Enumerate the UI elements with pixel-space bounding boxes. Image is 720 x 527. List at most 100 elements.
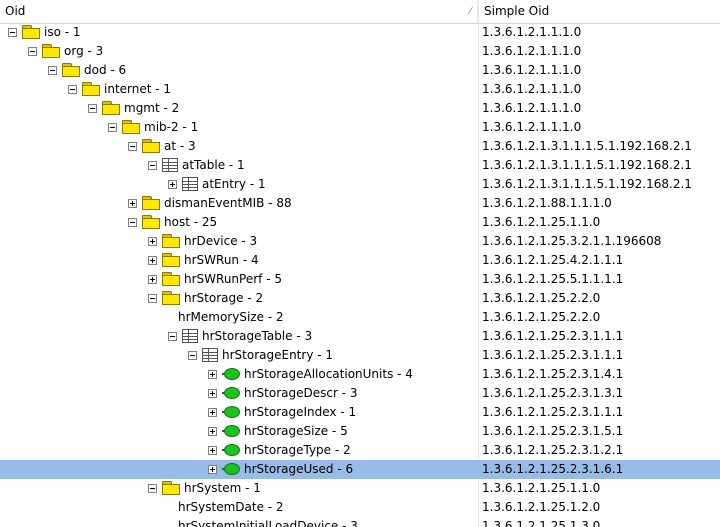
simple-oid-cell: 1.3.6.1.2.1.1.1.0 [482, 25, 582, 39]
oid-cell: mib-2 - 1 [0, 118, 478, 137]
expand-icon[interactable] [208, 427, 217, 436]
oid-cell: hrStorageIndex - 1 [0, 403, 478, 422]
simple-oid-cell: 1.3.6.1.2.1.25.1.2.0 [482, 500, 601, 514]
tree-row[interactable]: atEntry - 1 1.3.6.1.2.1.3.1.1.1.5.1.192.1… [0, 175, 720, 194]
collapse-icon[interactable] [188, 351, 197, 360]
collapse-icon[interactable] [88, 104, 97, 113]
collapse-icon[interactable] [148, 484, 157, 493]
collapse-icon[interactable] [128, 218, 137, 227]
leaf-icon [222, 443, 242, 457]
folder-icon [162, 253, 180, 267]
tree-row[interactable]: hrSystem - 1 1.3.6.1.2.1.25.1.1.0 [0, 479, 720, 498]
node-label: internet - 1 [104, 82, 172, 96]
collapse-icon[interactable] [28, 47, 37, 56]
simple-oid-cell: 1.3.6.1.2.1.25.3.2.1.1.196608 [482, 234, 662, 248]
leaf-icon [222, 424, 242, 438]
tree-row[interactable]: host - 25 1.3.6.1.2.1.25.1.1.0 [0, 213, 720, 232]
simple-oid-cell: 1.3.6.1.2.1.25.2.3.1.5.1 [482, 424, 624, 438]
oid-cell: hrDevice - 3 [0, 232, 478, 251]
tree-row[interactable]: hrSWRun - 4 1.3.6.1.2.1.25.4.2.1.1.1 [0, 251, 720, 270]
tree-row[interactable]: hrStorageType - 2 1.3.6.1.2.1.25.2.3.1.2.… [0, 441, 720, 460]
simple-oid-cell: 1.3.6.1.2.1.88.1.1.1.0 [482, 196, 612, 210]
tree-row[interactable]: at - 3 1.3.6.1.2.1.3.1.1.1.5.1.192.168.2.… [0, 137, 720, 156]
folder-icon [142, 196, 160, 210]
collapse-icon[interactable] [48, 66, 57, 75]
node-label: mib-2 - 1 [144, 120, 199, 134]
collapse-icon[interactable] [128, 142, 137, 151]
tree-row[interactable]: atTable - 1 1.3.6.1.2.1.3.1.1.1.5.1.192.1… [0, 156, 720, 175]
simple-oid-column-label: Simple Oid [484, 4, 550, 18]
tree-row[interactable]: hrSystemDate - 2 1.3.6.1.2.1.25.1.2.0 [0, 498, 720, 517]
table-icon [182, 177, 198, 191]
table-icon [182, 329, 198, 343]
node-label: hrStorageIndex - 1 [244, 405, 357, 419]
collapse-icon[interactable] [108, 123, 117, 132]
collapse-icon[interactable] [148, 294, 157, 303]
tree-row[interactable]: hrDevice - 3 1.3.6.1.2.1.25.3.2.1.1.19660… [0, 232, 720, 251]
expand-icon[interactable] [208, 389, 217, 398]
simple-oid-column-header[interactable]: Simple Oid [479, 0, 720, 23]
node-label: atEntry - 1 [202, 177, 266, 191]
oid-cell: internet - 1 [0, 80, 478, 99]
collapse-icon[interactable] [8, 28, 17, 37]
tree-row[interactable]: mgmt - 2 1.3.6.1.2.1.1.1.0 [0, 99, 720, 118]
tree-row[interactable]: hrSWRunPerf - 5 1.3.6.1.2.1.25.5.1.1.1.1 [0, 270, 720, 289]
tree-row[interactable]: dod - 6 1.3.6.1.2.1.1.1.0 [0, 61, 720, 80]
oid-tree: iso - 1 1.3.6.1.2.1.1.1.0 org - 3 1.3.6.1.2… [0, 24, 720, 527]
collapse-icon[interactable] [68, 85, 77, 94]
simple-oid-cell: 1.3.6.1.2.1.25.2.3.1.3.1 [482, 386, 624, 400]
tree-row[interactable]: hrMemorySize - 2 1.3.6.1.2.1.25.2.2.0 [0, 308, 720, 327]
leaf-icon [222, 367, 242, 381]
folder-icon [162, 272, 180, 286]
expand-icon[interactable] [168, 180, 177, 189]
table-icon [202, 348, 218, 362]
column-header: Oid ⁄ Simple Oid [0, 0, 720, 24]
tree-row[interactable]: internet - 1 1.3.6.1.2.1.1.1.0 [0, 80, 720, 99]
tree-row[interactable]: dismanEventMIB - 88 1.3.6.1.2.1.88.1.1.1.… [0, 194, 720, 213]
node-label: hrStorageEntry - 1 [222, 348, 334, 362]
tree-row[interactable]: org - 3 1.3.6.1.2.1.1.1.0 [0, 42, 720, 61]
tree-row[interactable]: hrStorageDescr - 3 1.3.6.1.2.1.25.2.3.1.3… [0, 384, 720, 403]
tree-row[interactable]: hrStorageTable - 3 1.3.6.1.2.1.25.2.3.1.1… [0, 327, 720, 346]
expand-icon[interactable] [148, 256, 157, 265]
expand-icon[interactable] [148, 275, 157, 284]
tree-row[interactable]: hrStorage - 2 1.3.6.1.2.1.25.2.2.0 [0, 289, 720, 308]
tree-row[interactable]: iso - 1 1.3.6.1.2.1.1.1.0 [0, 24, 720, 42]
expand-icon[interactable] [208, 446, 217, 455]
tree-row[interactable]: hrStorageUsed - 6 1.3.6.1.2.1.25.2.3.1.6.… [0, 460, 720, 479]
simple-oid-cell: 1.3.6.1.2.1.1.1.0 [482, 44, 582, 58]
oid-cell: hrStorage - 2 [0, 289, 478, 308]
folder-icon [162, 481, 180, 495]
expand-icon[interactable] [208, 370, 217, 379]
tree-row[interactable]: mib-2 - 1 1.3.6.1.2.1.1.1.0 [0, 118, 720, 137]
expand-icon[interactable] [208, 465, 217, 474]
simple-oid-cell: 1.3.6.1.2.1.25.2.2.0 [482, 310, 601, 324]
folder-icon [122, 120, 140, 134]
node-label: hrSystem - 1 [184, 481, 261, 495]
tree-row[interactable]: hrStorageSize - 5 1.3.6.1.2.1.25.2.3.1.5.… [0, 422, 720, 441]
node-label: hrStorageAllocationUnits - 4 [244, 367, 413, 381]
node-label: hrStorageSize - 5 [244, 424, 348, 438]
collapse-icon[interactable] [168, 332, 177, 341]
simple-oid-cell: 1.3.6.1.2.1.25.2.3.1.4.1 [482, 367, 624, 381]
expand-icon[interactable] [148, 237, 157, 246]
tree-row[interactable]: hrSystemInitialLoadDevice - 3 1.3.6.1.2.1… [0, 517, 720, 527]
tree-row[interactable]: hrStorageEntry - 1 1.3.6.1.2.1.25.2.3.1.1… [0, 346, 720, 365]
simple-oid-cell: 1.3.6.1.2.1.25.2.3.1.2.1 [482, 443, 624, 457]
node-label: atTable - 1 [182, 158, 245, 172]
tree-row[interactable]: hrStorageAllocationUnits - 4 1.3.6.1.2.1.… [0, 365, 720, 384]
tree-row[interactable]: hrStorageIndex - 1 1.3.6.1.2.1.25.2.3.1.1… [0, 403, 720, 422]
collapse-icon[interactable] [148, 161, 157, 170]
table-icon [162, 158, 178, 172]
node-label: dod - 6 [84, 63, 127, 77]
oid-cell: hrSystem - 1 [0, 479, 478, 498]
oid-cell: host - 25 [0, 213, 478, 232]
simple-oid-cell: 1.3.6.1.2.1.25.5.1.1.1.1 [482, 272, 624, 286]
node-label: hrMemorySize - 2 [178, 310, 284, 324]
folder-icon [82, 82, 100, 96]
expand-icon[interactable] [208, 408, 217, 417]
leaf-icon [222, 386, 242, 400]
sort-indicator-icon: ⁄ [469, 6, 471, 17]
oid-column-header[interactable]: Oid ⁄ [0, 0, 478, 23]
expand-icon[interactable] [128, 199, 137, 208]
